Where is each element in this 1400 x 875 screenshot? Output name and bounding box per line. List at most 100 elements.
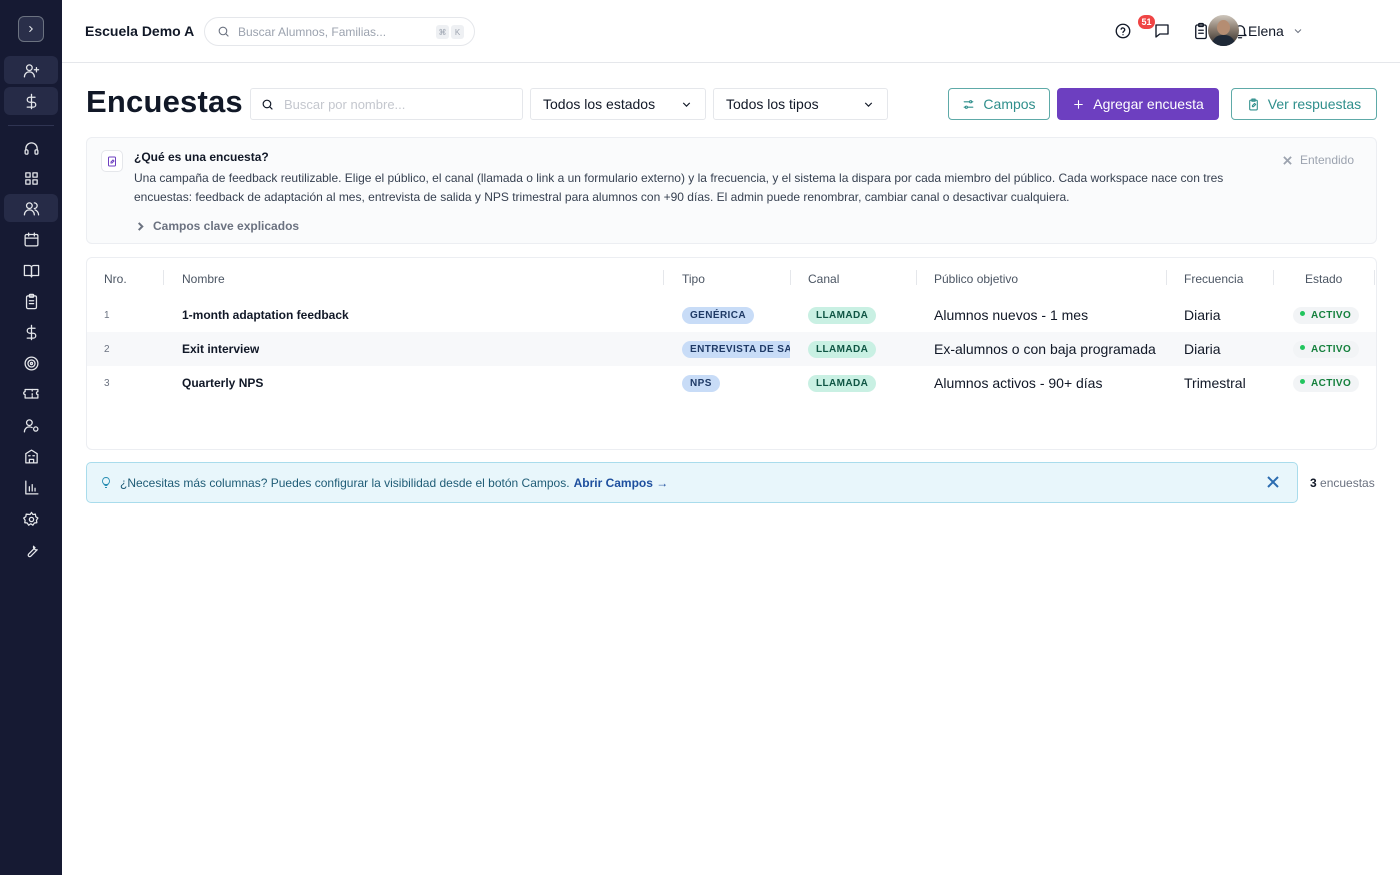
chevron-down-icon <box>862 98 875 111</box>
col-resizer[interactable] <box>916 270 917 285</box>
status-label: ACTIVO <box>1311 309 1352 321</box>
table-row[interactable]: 3 Quarterly NPS NPS LLAMADA Alumnos acti… <box>87 366 1376 400</box>
status-filter-value: Todos los estados <box>543 96 656 112</box>
calendar-icon <box>23 231 39 247</box>
key-fields-toggle[interactable]: Campos clave explicados <box>136 219 299 233</box>
bar-chart-icon <box>24 479 39 495</box>
row-number: 1 <box>104 309 110 321</box>
campos-button[interactable]: Campos <box>948 88 1050 120</box>
col-header-tipo[interactable]: Tipo <box>682 272 705 286</box>
dollar-icon <box>26 93 36 109</box>
table-row[interactable]: 1 1-month adaptation feedback GENÉRICA L… <box>87 298 1376 332</box>
col-resizer[interactable] <box>1166 270 1167 285</box>
channel-cell: LLAMADA <box>808 366 877 400</box>
campos-button-label: Campos <box>983 96 1036 112</box>
type-cell: ENTREVISTA DE SA <box>682 332 790 366</box>
settings-icon <box>22 511 39 526</box>
sidebar-item-courses[interactable] <box>4 256 58 284</box>
frequency-cell: Diaria <box>1184 307 1221 323</box>
frequency-cell: Diaria <box>1184 341 1221 357</box>
help-button[interactable] <box>1112 20 1134 42</box>
chevron-down-icon <box>680 98 693 111</box>
sidebar-item-campus[interactable] <box>4 442 58 470</box>
sidebar-item-surveys[interactable] <box>4 287 58 315</box>
wrench-icon <box>27 545 38 557</box>
status-cell: ACTIVO <box>1293 298 1360 332</box>
sidebar-item-students[interactable] <box>4 194 58 222</box>
name-search[interactable] <box>250 88 523 120</box>
sidebar-item-staff[interactable] <box>4 411 58 439</box>
sidebar <box>0 0 62 875</box>
add-survey-button[interactable]: Agregar encuesta <box>1057 88 1219 120</box>
sidebar-item-support[interactable] <box>4 134 58 162</box>
frequency-cell: Trimestral <box>1184 375 1246 391</box>
survey-name[interactable]: 1-month adaptation feedback <box>182 298 349 332</box>
kbd-cmd: ⌘ <box>436 25 449 39</box>
sidebar-item-finance[interactable] <box>4 318 58 346</box>
status-cell: ACTIVO <box>1293 366 1360 400</box>
survey-name[interactable]: Quarterly NPS <box>182 366 263 400</box>
view-responses-button-label: Ver respuestas <box>1267 96 1362 112</box>
school-name[interactable]: Escuela Demo A <box>85 23 194 39</box>
col-header-canal[interactable]: Canal <box>808 272 839 286</box>
sidebar-item-tools[interactable] <box>4 536 58 564</box>
col-header-publico[interactable]: Público objetivo <box>934 272 1018 286</box>
help-circle-icon <box>1115 23 1131 39</box>
type-filter-select[interactable]: Todos los tipos <box>713 88 888 120</box>
status-dot-icon <box>1300 311 1305 317</box>
survey-count: 3 encuestas <box>1310 476 1375 490</box>
user-name[interactable]: Elena <box>1248 23 1284 39</box>
col-header-estado[interactable]: Estado <box>1305 272 1342 286</box>
chevron-down-icon <box>1294 29 1302 34</box>
kbd-k: K <box>451 25 464 39</box>
col-resizer[interactable] <box>163 270 164 285</box>
book-icon <box>23 264 39 278</box>
global-search-input[interactable] <box>238 24 428 39</box>
type-filter-value: Todos los tipos <box>726 96 819 112</box>
user-avatar[interactable] <box>1208 15 1239 46</box>
info-dismiss-button[interactable]: Entendido <box>1283 153 1354 167</box>
status-dot-icon <box>1300 345 1305 351</box>
view-responses-button[interactable]: Ver respuestas <box>1231 88 1377 120</box>
headset-icon <box>23 141 39 155</box>
channel-badge: LLAMADA <box>808 306 877 324</box>
col-header-nombre[interactable]: Nombre <box>182 272 225 286</box>
status-filter-select[interactable]: Todos los estados <box>530 88 706 120</box>
grid-icon <box>24 171 38 185</box>
user-plus-icon <box>23 63 39 78</box>
col-resizer[interactable] <box>1374 270 1375 285</box>
search-icon <box>218 26 229 37</box>
close-icon <box>1267 476 1279 488</box>
survey-count-number: 3 <box>1310 476 1317 490</box>
sidebar-item-calendar[interactable] <box>4 225 58 253</box>
sidebar-item-tickets[interactable] <box>4 380 58 408</box>
sidebar-divider <box>8 125 54 126</box>
name-search-input[interactable] <box>284 96 514 112</box>
audience-cell: Alumnos activos - 90+ días <box>934 375 1103 391</box>
col-resizer[interactable] <box>790 270 791 285</box>
col-header-nro[interactable]: Nro. <box>104 272 127 286</box>
status-label: ACTIVO <box>1311 343 1352 355</box>
audience-cell: Ex-alumnos o con baja programada <box>934 341 1156 357</box>
sidebar-item-new-student[interactable] <box>4 56 58 84</box>
global-search[interactable]: ⌘ K <box>204 17 475 46</box>
target-icon <box>23 355 39 371</box>
sidebar-item-payments[interactable] <box>4 87 58 115</box>
sidebar-item-settings[interactable] <box>4 505 58 533</box>
tasks-count-badge: 51 <box>1138 15 1155 29</box>
channel-cell: LLAMADA <box>808 298 877 332</box>
sidebar-expand-button[interactable] <box>18 16 44 42</box>
open-campos-link[interactable]: Abrir Campos → <box>574 476 669 490</box>
col-header-frecuencia[interactable]: Frecuencia <box>1184 272 1243 286</box>
type-badge: NPS <box>682 374 720 392</box>
status-badge: ACTIVO <box>1293 306 1360 324</box>
user-menu-toggle[interactable] <box>1292 24 1306 38</box>
tip-close-button[interactable] <box>1267 476 1280 489</box>
survey-name[interactable]: Exit interview <box>182 332 259 366</box>
sidebar-item-goals[interactable] <box>4 349 58 377</box>
table-row[interactable]: 2 Exit interview ENTREVISTA DE SA LLAMAD… <box>87 332 1376 366</box>
sidebar-item-reports[interactable] <box>4 473 58 501</box>
sidebar-item-dashboard[interactable] <box>4 164 58 192</box>
col-resizer[interactable] <box>663 270 664 285</box>
col-resizer[interactable] <box>1273 270 1274 285</box>
